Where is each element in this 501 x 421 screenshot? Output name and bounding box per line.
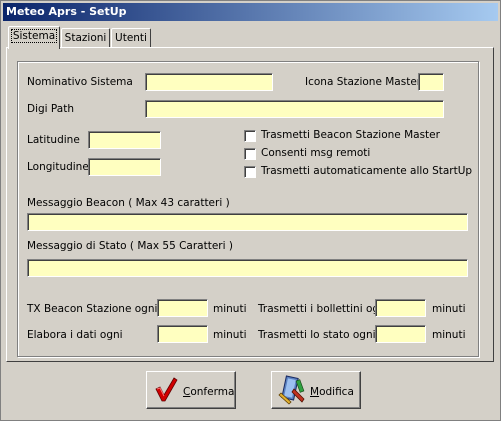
tab-sistema[interactable]: Sistema [8, 26, 60, 49]
nominativo-input[interactable] [145, 73, 273, 91]
startup-label: Trasmetti automaticamente allo StartUp [261, 165, 473, 177]
nominativo-label: Nominativo Sistema [27, 76, 133, 88]
beacon-master-checkbox[interactable] [244, 130, 256, 142]
tab-utenti[interactable]: Utenti [111, 28, 151, 48]
latitudine-label: Latitudine [27, 134, 80, 146]
elabora-unit: minuti [213, 329, 247, 341]
icona-label: Icona Stazione Master [305, 76, 422, 88]
checkmark-icon [155, 377, 178, 402]
conferma-label: onferma [190, 386, 235, 398]
tab-stazioni[interactable]: Stazioni [61, 28, 110, 48]
beacon-message-label: Messaggio Beacon ( Max 43 caratteri ) [27, 197, 230, 209]
beacon-message-input[interactable] [27, 213, 468, 231]
stato-ogni-input[interactable] [375, 325, 426, 343]
elabora-input[interactable] [157, 325, 208, 343]
digi-path-label: Digi Path [27, 103, 74, 115]
longitudine-input[interactable] [88, 158, 161, 176]
status-message-input[interactable] [27, 259, 468, 277]
tx-beacon-unit: minuti [213, 303, 247, 315]
longitudine-label: Longitudine [27, 161, 89, 173]
tx-beacon-label: TX Beacon Stazione ogni [27, 303, 158, 315]
latitudine-input[interactable] [88, 131, 161, 149]
stato-ogni-unit: minuti [432, 329, 466, 341]
modifica-button[interactable]: Modifica [271, 371, 361, 409]
modifica-hotkey: M [310, 386, 320, 398]
beacon-master-label: Trasmetti Beacon Stazione Master [261, 129, 440, 141]
status-message-label: Messaggio di Stato ( Max 55 Caratteri ) [27, 240, 233, 252]
conferma-button[interactable]: Conferma [146, 371, 236, 409]
icona-input[interactable] [418, 73, 444, 91]
msg-remoti-label: Consenti msg remoti [261, 147, 371, 159]
bollettini-unit: minuti [432, 303, 466, 315]
bollettini-input[interactable] [375, 299, 426, 317]
startup-checkbox[interactable] [244, 166, 256, 178]
bollettini-label: Trasmetti i bollettini ogni [258, 303, 389, 315]
elabora-label: Elabora i dati ogni [27, 329, 123, 341]
digi-path-input[interactable] [145, 100, 444, 118]
stato-ogni-label: Trasmetti lo stato ogni [258, 329, 376, 341]
modifica-label: odifica [319, 386, 354, 398]
window-title: Meteo Aprs - SetUp [3, 3, 498, 21]
tx-beacon-input[interactable] [157, 299, 208, 317]
edit-tool-icon [278, 375, 305, 405]
msg-remoti-checkbox[interactable] [244, 148, 256, 160]
